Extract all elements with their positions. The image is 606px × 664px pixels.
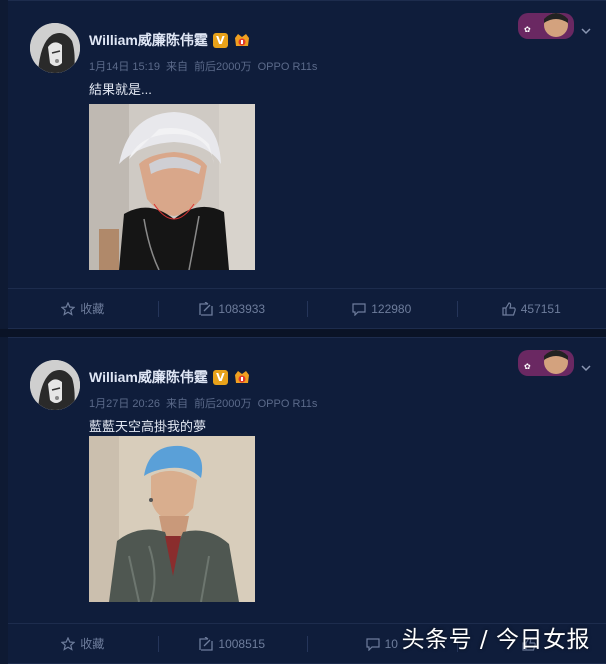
favorite-button[interactable]: 收藏: [8, 289, 158, 328]
repost-button[interactable]: 1008515: [157, 624, 308, 663]
like-button[interactable]: 457151: [456, 289, 606, 328]
sticker-decoration-icon: ✿: [518, 13, 574, 39]
comment-icon: [352, 302, 366, 316]
favorite-button[interactable]: 收藏: [8, 624, 158, 663]
post-meta: 1月27日 20:26 来自 前后2000万 OPPO R11s: [89, 395, 320, 411]
star-icon: [61, 636, 76, 651]
member-crown-icon: [234, 371, 249, 383]
avatar[interactable]: [30, 360, 80, 410]
favorite-label: 收藏: [80, 637, 105, 651]
comment-count: 122980: [371, 301, 412, 316]
source-prefix: 来自: [166, 61, 188, 73]
post-action-bar: 收藏 1083933 122980 457151: [8, 288, 606, 328]
source-device[interactable]: OPPO R11s: [258, 398, 318, 410]
weibo-feed: William威廉陈伟霆 V 1月14日 15:19 来自 前后2000万 OP…: [0, 0, 606, 664]
source-device[interactable]: OPPO R11s: [258, 61, 318, 73]
post-card: William威廉陈伟霆 V 1月27日 20:26 来自 前后2000万 OP…: [8, 337, 606, 664]
repost-icon: [199, 301, 214, 316]
chevron-down-icon[interactable]: [580, 25, 592, 37]
comment-icon: [365, 637, 380, 651]
comment-count: 10: [384, 636, 398, 651]
verified-badge: V: [212, 369, 228, 385]
member-crown-icon: [234, 34, 249, 46]
source-link[interactable]: 前后2000万: [194, 398, 251, 410]
post-card: William威廉陈伟霆 V 1月14日 15:19 来自 前后2000万 OP…: [8, 0, 606, 329]
card-divider: [0, 329, 606, 337]
author-row: William威廉陈伟霆 V: [89, 367, 251, 387]
post-time[interactable]: 1月14日 15:19: [89, 61, 160, 73]
source-prefix: 来自: [166, 398, 188, 410]
watermark-text: 头条号 / 今日女报: [401, 627, 590, 653]
like-count: 457151: [520, 301, 561, 316]
repost-button[interactable]: 1083933: [157, 289, 308, 328]
post-photo[interactable]: [89, 104, 255, 270]
svg-text:✿: ✿: [524, 25, 531, 34]
author-row: William威廉陈伟霆 V: [89, 30, 251, 50]
comment-button[interactable]: 122980: [307, 289, 457, 328]
source-link[interactable]: 前后2000万: [194, 61, 251, 73]
chevron-down-icon[interactable]: [580, 362, 592, 374]
author-name[interactable]: William威廉陈伟霆: [89, 367, 208, 387]
repost-icon: [199, 636, 214, 651]
post-text: 結果就是...: [89, 82, 152, 97]
avatar[interactable]: [30, 23, 80, 73]
post-photo[interactable]: [89, 436, 255, 602]
thumbs-up-icon: [502, 301, 516, 316]
author-name[interactable]: William威廉陈伟霆: [89, 30, 208, 50]
star-icon: [61, 301, 76, 316]
svg-text:✿: ✿: [524, 362, 531, 371]
post-time[interactable]: 1月27日 20:26: [89, 398, 160, 410]
sticker-decoration-icon: ✿: [518, 350, 574, 376]
favorite-label: 收藏: [80, 302, 105, 316]
repost-count: 1083933: [218, 301, 266, 316]
verified-badge: V: [212, 32, 228, 48]
repost-count: 1008515: [218, 636, 266, 651]
post-meta: 1月14日 15:19 来自 前后2000万 OPPO R11s: [89, 58, 320, 74]
post-text: 藍藍天空高掛我的夢: [89, 419, 207, 434]
